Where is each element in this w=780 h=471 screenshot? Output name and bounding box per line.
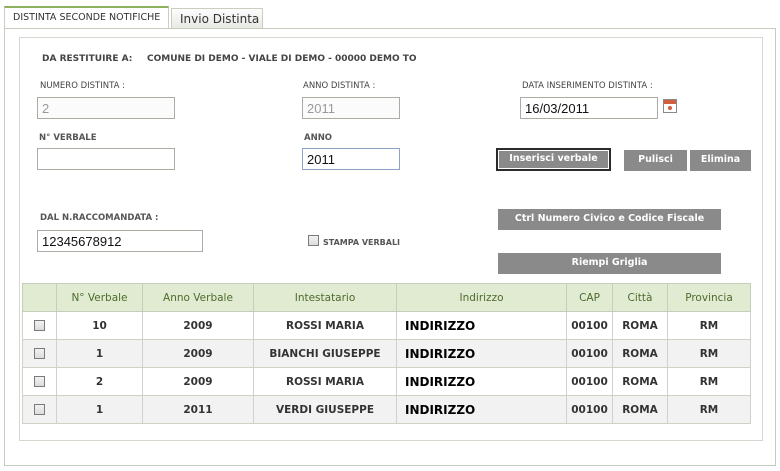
verbale-input[interactable]	[37, 148, 175, 170]
cell-cap: 00100	[566, 339, 613, 368]
verbale-label: N° VERBALE	[39, 133, 97, 143]
row-checkbox[interactable]	[34, 376, 45, 387]
row-checkbox[interactable]	[34, 320, 45, 331]
tab-invio-distinta[interactable]: Invio Distinta	[171, 8, 263, 29]
cell-verbale: 2	[56, 367, 143, 396]
cell-provincia: RM	[667, 395, 751, 424]
grid-header-anno[interactable]: Anno Verbale	[142, 283, 254, 312]
cell-citta: ROMA	[612, 367, 668, 396]
cell-cap: 00100	[566, 311, 613, 340]
row-select-cell	[22, 339, 57, 368]
elimina-button[interactable]: Elimina	[690, 150, 751, 171]
grid-header-select	[22, 283, 57, 312]
restituire-value: COMUNE DI DEMO - VIALE DI DEMO - 00000 D…	[147, 54, 417, 64]
cell-intestatario: BIANCHI GIUSEPPE	[253, 339, 397, 368]
cell-indirizzo: INDIRIZZO	[396, 367, 567, 396]
cell-provincia: RM	[667, 367, 751, 396]
row-select-cell	[22, 367, 57, 396]
cell-anno: 2009	[142, 339, 254, 368]
cell-intestatario: ROSSI MARIA	[253, 367, 397, 396]
stampa-verbali-label: STAMPA VERBALI	[323, 238, 401, 247]
anno-distinta-label: ANNO DISTINTA :	[303, 81, 376, 91]
numero-distinta-label: NUMERO DISTINTA :	[40, 81, 125, 91]
cell-provincia: RM	[667, 339, 751, 368]
cell-verbale: 1	[56, 339, 143, 368]
cell-indirizzo: INDIRIZZO	[396, 311, 567, 340]
grid-header-provincia[interactable]: Provincia	[667, 283, 751, 312]
grid-header-indirizzo[interactable]: Indirizzo	[396, 283, 567, 312]
cell-intestatario: ROSSI MARIA	[253, 311, 397, 340]
row-checkbox[interactable]	[34, 404, 45, 415]
cell-cap: 00100	[566, 395, 613, 424]
inserisci-verbale-button[interactable]: Inserisci verbale	[496, 148, 611, 171]
table-row[interactable]: 2 2009 ROSSI MARIA INDIRIZZO 00100 ROMA …	[22, 367, 751, 396]
row-select-cell	[22, 395, 57, 424]
cell-anno: 2011	[142, 395, 254, 424]
cell-verbale: 10	[56, 311, 143, 340]
row-checkbox[interactable]	[34, 348, 45, 359]
cell-intestatario: VERDI GIUSEPPE	[253, 395, 397, 424]
cell-citta: ROMA	[612, 395, 668, 424]
raccomandata-input[interactable]	[37, 230, 203, 252]
table-row[interactable]: 1 2011 VERDI GIUSEPPE INDIRIZZO 00100 RO…	[22, 395, 751, 424]
data-inserimento-label: DATA INSERIMENTO DISTINTA :	[522, 81, 653, 91]
cell-anno: 2009	[142, 367, 254, 396]
calendar-icon[interactable]	[663, 99, 677, 113]
table-row[interactable]: 10 2009 ROSSI MARIA INDIRIZZO 00100 ROMA…	[22, 311, 751, 340]
stampa-verbali-checkbox[interactable]	[308, 235, 319, 246]
cell-anno: 2009	[142, 311, 254, 340]
restituire-label: DA RESTITUIRE A:	[42, 54, 133, 64]
grid-header-cap[interactable]: CAP	[566, 283, 613, 312]
raccomandata-label: DAL N.RACCOMANDATA :	[40, 213, 159, 223]
anno-input[interactable]	[302, 148, 400, 170]
cell-citta: ROMA	[612, 311, 668, 340]
numero-distinta-input[interactable]	[37, 97, 175, 119]
pulisci-button[interactable]: Pulisci	[624, 150, 687, 171]
grid-header-row: N° Verbale Anno Verbale Intestatario Ind…	[22, 283, 751, 312]
grid-header-intestatario[interactable]: Intestatario	[253, 283, 397, 312]
cell-cap: 00100	[566, 367, 613, 396]
cell-provincia: RM	[667, 311, 751, 340]
table-row[interactable]: 1 2009 BIANCHI GIUSEPPE INDIRIZZO 00100 …	[22, 339, 751, 368]
verbali-grid: N° Verbale Anno Verbale Intestatario Ind…	[22, 283, 751, 424]
anno-distinta-input[interactable]	[302, 97, 400, 119]
cell-indirizzo: INDIRIZZO	[396, 395, 567, 424]
ctrl-numero-civico-button[interactable]: Ctrl Numero Civico e Codice Fiscale	[498, 209, 721, 230]
grid-header-verbale[interactable]: N° Verbale	[56, 283, 143, 312]
cell-indirizzo: INDIRIZZO	[396, 339, 567, 368]
data-inserimento-input[interactable]	[520, 97, 658, 119]
cell-verbale: 1	[56, 395, 143, 424]
grid-header-citta[interactable]: Città	[612, 283, 668, 312]
anno-label: ANNO	[304, 133, 333, 143]
cell-citta: ROMA	[612, 339, 668, 368]
row-select-cell	[22, 311, 57, 340]
tab-distinta-seconde-notifiche[interactable]: DISTINTA SECONDE NOTIFICHE	[4, 6, 169, 29]
riempi-griglia-button[interactable]: Riempi Griglia	[498, 253, 721, 274]
